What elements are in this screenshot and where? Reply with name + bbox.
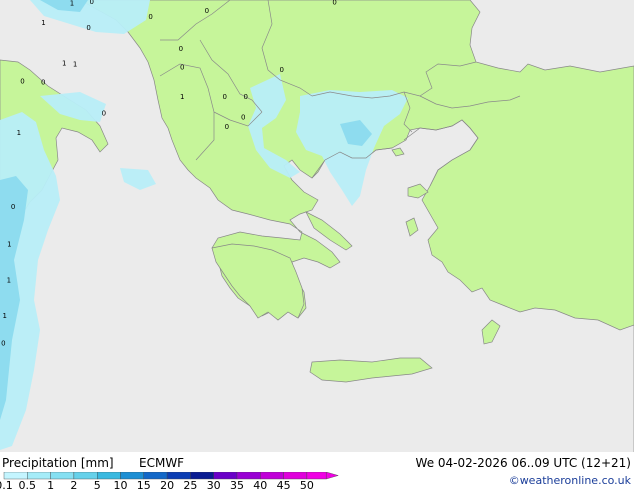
point-value-16: 0 [243,93,247,101]
point-value-18: 0 [241,114,245,122]
copyright-link[interactable]: ©weatheronline.co.uk [509,474,631,487]
point-value-21: 0 [11,203,15,211]
legend-level-0: 0.1 [0,479,13,490]
point-value-15: 0 [222,93,226,101]
point-value-0: 0 [148,13,152,21]
legend-level-5: 10 [114,479,128,490]
point-value-2: 0 [89,0,93,6]
map-title: Precipitation [mm] [2,456,114,470]
legend-level-9: 30 [207,479,221,490]
point-value-25: 0 [1,340,5,348]
point-value-9: 0 [179,45,183,53]
precipitation-map: 010001011000001000001011100 [0,0,634,452]
point-value-12: 0 [20,77,24,85]
legend-level-8: 25 [183,479,197,490]
point-value-5: 1 [41,19,45,27]
point-value-11: 0 [279,66,283,74]
legend-level-12: 45 [277,479,291,490]
point-value-8: 1 [73,61,77,69]
legend-swatch-5 [120,472,144,480]
point-value-7: 1 [62,60,66,68]
precipitation-legend: 0.10.5125101520253035404550 [0,472,339,490]
legend-level-11: 40 [253,479,267,490]
point-value-22: 1 [7,240,11,248]
legend-level-2: 1 [47,479,54,490]
legend-swatch-1 [27,472,51,480]
point-value-14: 1 [180,93,184,101]
legend-level-3: 2 [70,479,77,490]
point-value-17: 0 [102,110,106,118]
legend-swatch-0 [3,472,28,480]
point-value-3: 0 [205,7,209,15]
legend-swatch-3 [73,472,98,480]
legend-swatch-2 [50,472,75,480]
legend-swatch-4 [96,472,121,480]
point-value-24: 1 [2,312,6,320]
legend-swatch-11 [260,472,284,480]
point-value-10: 0 [180,63,184,71]
model-name: ECMWF [139,456,185,470]
point-value-4: 0 [332,0,336,6]
point-value-1: 1 [70,0,74,7]
point-value-13: 0 [41,78,45,86]
point-value-6: 0 [86,24,90,32]
legend-swatch-12 [283,472,308,480]
legend-level-13: 50 [300,479,314,490]
legend-swatch-10 [236,472,261,480]
point-value-20: 1 [17,129,21,137]
legend-swatch-9 [213,472,238,480]
legend-swatch-8 [190,472,214,480]
point-value-26: 0 [225,123,229,131]
valid-time: We 04-02-2026 06..09 UTC (12+21) [415,456,631,470]
point-value-23: 1 [7,277,11,285]
legend-level-7: 20 [160,479,174,490]
legend-level-10: 35 [230,479,244,490]
legend-level-6: 15 [137,479,151,490]
legend-arrow [326,472,339,480]
legend-swatch-13 [306,472,327,480]
legend-swatch-6 [143,472,168,480]
legend-swatch-7 [166,472,191,480]
legend-level-4: 5 [94,479,101,490]
legend-level-1: 0.5 [19,479,37,490]
